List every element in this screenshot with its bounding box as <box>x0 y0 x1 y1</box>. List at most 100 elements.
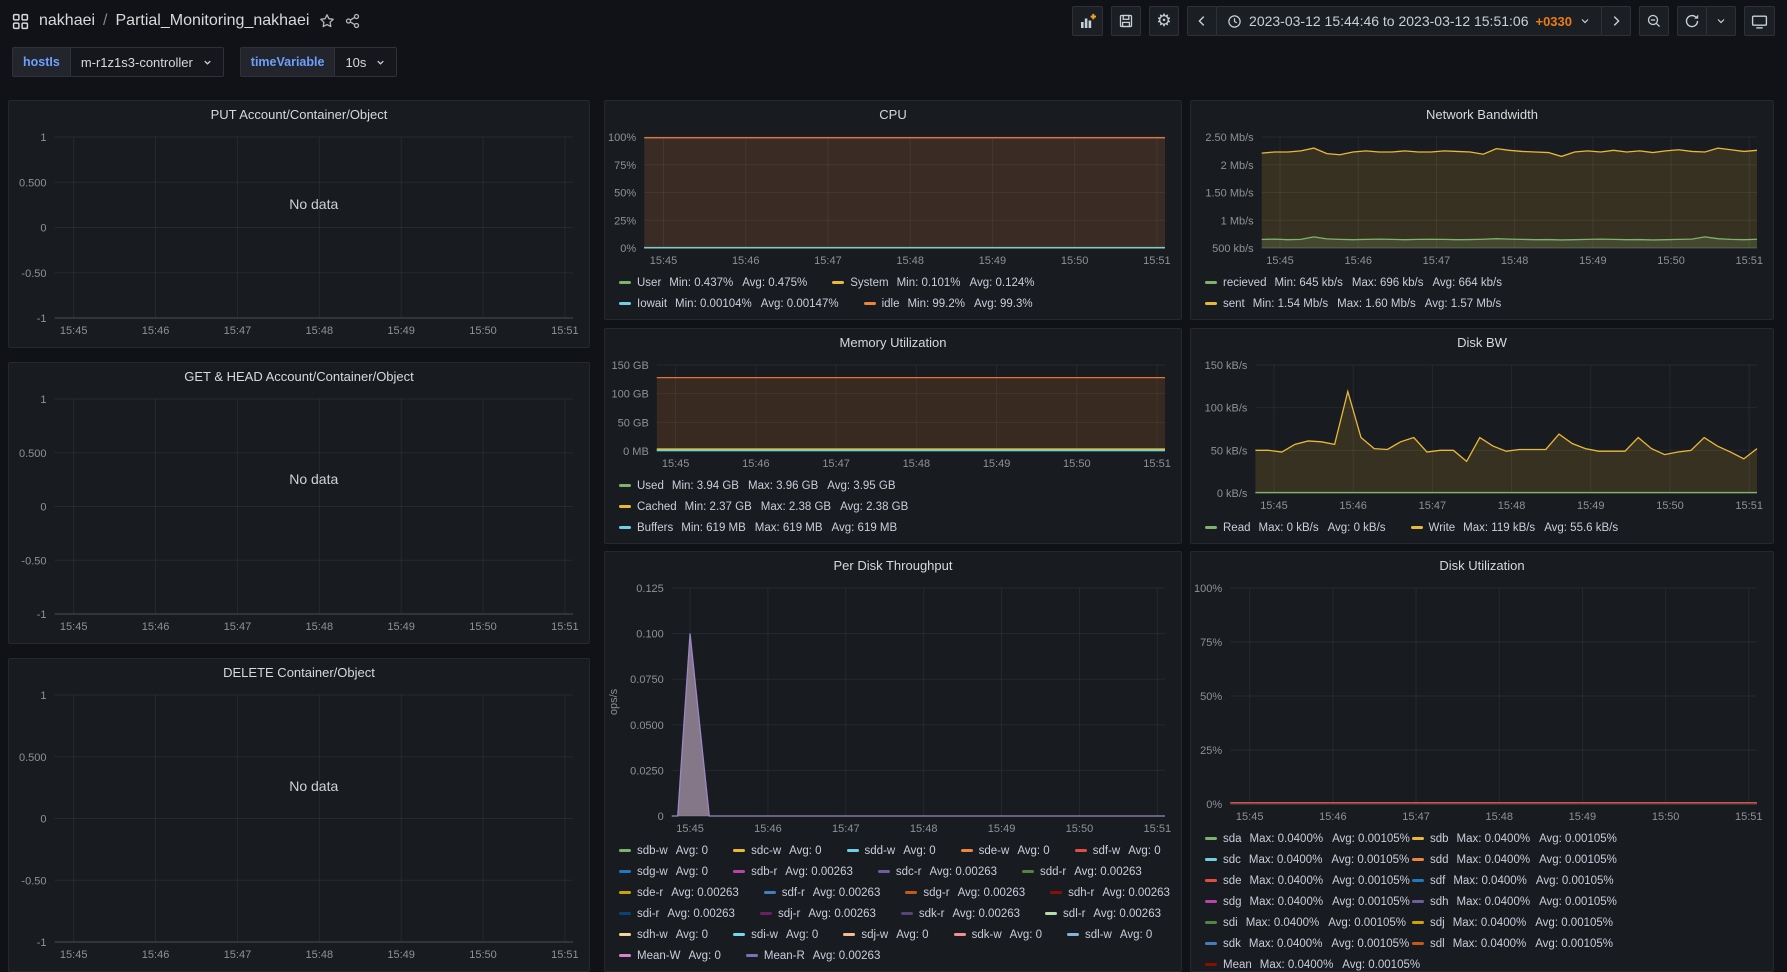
legend-item-sdi-w[interactable]: sdi-w Avg: 0 <box>733 929 827 941</box>
apps-grid-icon[interactable] <box>12 13 29 30</box>
series-stat: Avg: 0.00263 <box>1102 886 1170 899</box>
chart-get-head[interactable]: 15:45 15:46 15:47 15:48 15:49 15:50 15:51 1 0.50… <box>9 389 589 636</box>
series-name: Read <box>1223 521 1251 534</box>
panel-title[interactable]: CPU <box>605 101 1181 127</box>
add-panel-button[interactable] <box>1072 6 1104 36</box>
legend-item-Iowait[interactable]: Iowait Min: 0.00104% Avg: 0.00147% <box>619 298 848 310</box>
legend-item-idle[interactable]: idle Min: 99.2% Avg: 99.3% <box>863 298 1042 310</box>
legend-item-sda[interactable]: sda Max: 0.0400% Avg: 0.00105% <box>1205 833 1410 845</box>
legend-item-Cached[interactable]: Cached Min: 2.37 GB Max: 2.38 GB Avg: 2.38 … <box>619 501 917 513</box>
refresh-interval-button[interactable] <box>1706 6 1736 36</box>
legend-item-sdi-r[interactable]: sdi-r Avg: 0.00263 <box>619 908 744 920</box>
series-stat: Min: 1.54 Mb/s <box>1252 297 1329 310</box>
zoom-out-time-button[interactable] <box>1639 6 1669 36</box>
refresh-button[interactable] <box>1677 6 1707 36</box>
legend-item-sdg[interactable]: sdg Max: 0.0400% Avg: 0.00105% <box>1205 896 1410 908</box>
legend-item-sde[interactable]: sde Max: 0.0400% Avg: 0.00105% <box>1205 875 1410 887</box>
series-color-swatch <box>1067 933 1080 936</box>
legend-item-sdb[interactable]: sdb Max: 0.0400% Avg: 0.00105% <box>1412 833 1617 845</box>
series-color-swatch <box>1205 942 1217 945</box>
legend-item-sdg-w[interactable]: sdg-w Avg: 0 <box>619 866 717 878</box>
chart-memory[interactable]: 15:45 15:46 15:47 15:48 15:49 15:50 15:51 150 G… <box>605 355 1181 473</box>
legend-item-sdk[interactable]: sdk Max: 0.0400% Avg: 0.00105% <box>1205 938 1409 950</box>
series-stat: Max: 0.0400% <box>1259 958 1334 971</box>
svg-text:25%: 25% <box>1200 745 1222 757</box>
legend-item-sdb-w[interactable]: sdb-w Avg: 0 <box>619 845 717 857</box>
legend-item-sdb-r[interactable]: sdb-r Avg: 0.00263 <box>733 866 862 878</box>
legend-item-sdd[interactable]: sdd Max: 0.0400% Avg: 0.00105% <box>1412 854 1617 866</box>
legend-item-sdf[interactable]: sdf Max: 0.0400% Avg: 0.00105% <box>1412 875 1614 887</box>
legend-item-sdf-w[interactable]: sdf-w Avg: 0 <box>1074 845 1170 857</box>
chart-put[interactable]: 15:45 15:46 15:47 15:48 15:49 15:50 15:51 1 0.50… <box>9 127 589 340</box>
series-color-swatch <box>1205 879 1217 882</box>
legend-item-sdk-r[interactable]: sdk-r Avg: 0.00263 <box>900 908 1029 920</box>
legend-item-sde-r[interactable]: sde-r Avg: 0.00263 <box>619 887 748 899</box>
legend-item-recieved[interactable]: recieved Min: 645 kb/s Max: 696 kb/s Avg: 6… <box>1205 277 1511 289</box>
panel-title[interactable]: DELETE Container/Object <box>9 659 589 685</box>
time-shift-forward-button[interactable] <box>1601 6 1631 36</box>
legend-item-sdk-w[interactable]: sdk-w Avg: 0 <box>953 928 1051 941</box>
legend-item-sdl[interactable]: sdl Max: 0.0400% Avg: 0.00105% <box>1412 938 1613 950</box>
chart-cpu[interactable]: 15:45 15:46 15:47 15:48 15:49 15:50 15:51 100% 7… <box>605 127 1181 270</box>
star-icon[interactable] <box>319 13 335 29</box>
legend-item-sdj-w[interactable]: sdj-w Avg: 0 <box>843 929 937 941</box>
cycle-view-mode-button[interactable] <box>1744 6 1775 36</box>
variable-hostls[interactable]: hostIs m-r1z1s3-controller <box>12 47 224 77</box>
svg-text:15:47: 15:47 <box>832 823 860 835</box>
time-range-picker-button[interactable]: 2023-03-12 15:44:46 to 2023-03-12 15:51:… <box>1216 6 1602 36</box>
legend-item-sdd-w[interactable]: sdd-w Avg: 0 <box>846 845 945 857</box>
legend-item-sde-w[interactable]: sde-w Avg: 0 <box>960 845 1059 857</box>
panel-title[interactable]: Network Bandwidth <box>1191 101 1773 127</box>
variable-value-dropdown[interactable]: 10s <box>334 47 398 77</box>
panel-title[interactable]: PUT Account/Container/Object <box>9 101 589 127</box>
legend-item-sdg-r[interactable]: sdg-r Avg: 0.00263 <box>905 887 1034 899</box>
legend-item-sdc-w[interactable]: sdc-w Avg: 0 <box>733 845 830 857</box>
breadcrumb-dashboard-title[interactable]: Partial_Monitoring_nakhaei <box>116 12 310 30</box>
panel-title[interactable]: Per Disk Throughput <box>605 552 1181 578</box>
chart-per-disk-throughput[interactable]: 15:45 15:46 15:47 15:48 15:49 15:50 15:51 0.125… <box>605 578 1181 838</box>
series-name: sde-r <box>637 886 664 899</box>
legend-item-sdl-r[interactable]: sdl-r Avg: 0.00263 <box>1045 908 1170 920</box>
dashboard-settings-button[interactable]: ⚙ <box>1149 6 1180 36</box>
legend-item-System[interactable]: System Min: 0.101% Avg: 0.124% <box>832 277 1043 289</box>
breadcrumb-folder[interactable]: nakhaei <box>39 12 95 30</box>
legend-item-User[interactable]: User Min: 0.437% Avg: 0.475% <box>619 277 816 289</box>
panel-title[interactable]: Disk BW <box>1191 329 1773 355</box>
share-icon[interactable] <box>345 13 361 29</box>
chart-delete[interactable]: 15:45 15:46 15:47 15:48 15:49 15:50 15:51 1 0.50… <box>9 685 589 964</box>
legend-item-Read[interactable]: Read Max: 0 kB/s Avg: 0 kB/s <box>1205 522 1395 534</box>
legend-item-sdh-w[interactable]: sdh-w Avg: 0 <box>619 929 717 941</box>
chart-disk-bw[interactable]: 15:45 15:46 15:47 15:48 15:49 15:50 15:51 150 k… <box>1191 355 1773 515</box>
legend-item-sdd-r[interactable]: sdd-r Avg: 0.00263 <box>1022 866 1151 878</box>
variable-timevariable[interactable]: timeVariable 10s <box>239 47 398 77</box>
legend-item-Buffers[interactable]: Buffers Min: 619 MB Max: 619 MB Avg: 619 MB <box>619 522 906 534</box>
series-name: sdk-w <box>971 928 1002 941</box>
legend-item-Mean-W[interactable]: Mean-W Avg: 0 <box>619 950 730 962</box>
legend-item-sdl-w[interactable]: sdl-w Avg: 0 <box>1067 929 1161 941</box>
save-dashboard-button[interactable] <box>1111 6 1142 36</box>
panel-title[interactable]: GET & HEAD Account/Container/Object <box>9 363 589 389</box>
svg-text:15:48: 15:48 <box>910 823 938 835</box>
legend-item-Mean-R[interactable]: Mean-R Avg: 0.00263 <box>745 950 889 962</box>
legend-item-Used[interactable]: Used Min: 3.94 GB Max: 3.96 GB Avg: 3.95 GB <box>619 480 905 492</box>
chart-disk-utilization[interactable]: 15:45 15:46 15:47 15:48 15:49 15:50 15:51 100% 7… <box>1191 578 1773 826</box>
legend-item-sdh-r[interactable]: sdh-r Avg: 0.00263 <box>1050 887 1179 899</box>
legend-item-sdc[interactable]: sdc Max: 0.0400% Avg: 0.00105% <box>1205 854 1409 866</box>
panel-title[interactable]: Memory Utilization <box>605 329 1181 355</box>
variable-value-dropdown[interactable]: m-r1z1s3-controller <box>69 47 224 77</box>
legend-item-sdc-r[interactable]: sdc-r Avg: 0.00263 <box>877 866 1006 878</box>
svg-text:15:45: 15:45 <box>60 621 88 633</box>
time-shift-back-button[interactable] <box>1187 6 1218 36</box>
svg-text:15:49: 15:49 <box>979 255 1007 267</box>
legend-item-sdj-r[interactable]: sdj-r Avg: 0.00263 <box>759 908 885 920</box>
legend-item-Write[interactable]: Write Max: 119 kB/s Avg: 55.6 kB/s <box>1410 522 1628 534</box>
panel-title[interactable]: Disk Utilization <box>1191 552 1773 578</box>
series-color-swatch <box>619 484 631 487</box>
legend-item-sdi[interactable]: sdi Max: 0.0400% Avg: 0.00105% <box>1205 917 1406 929</box>
legend-item-Mean[interactable]: Mean Max: 0.0400% Avg: 0.00105% <box>1205 958 1420 971</box>
legend-item-sdf-r[interactable]: sdf-r Avg: 0.00263 <box>763 887 890 899</box>
legend-item-sent[interactable]: sent Min: 1.54 Mb/s Max: 1.60 Mb/s Avg: 1.5… <box>1205 298 1510 310</box>
legend-item-sdj[interactable]: sdj Max: 0.0400% Avg: 0.00105% <box>1412 917 1613 929</box>
chart-network-bandwidth[interactable]: 15:45 15:46 15:47 15:48 15:49 15:50 15:51 2.50 … <box>1191 127 1773 270</box>
legend-item-sdh[interactable]: sdh Max: 0.0400% Avg: 0.00105% <box>1412 896 1617 908</box>
